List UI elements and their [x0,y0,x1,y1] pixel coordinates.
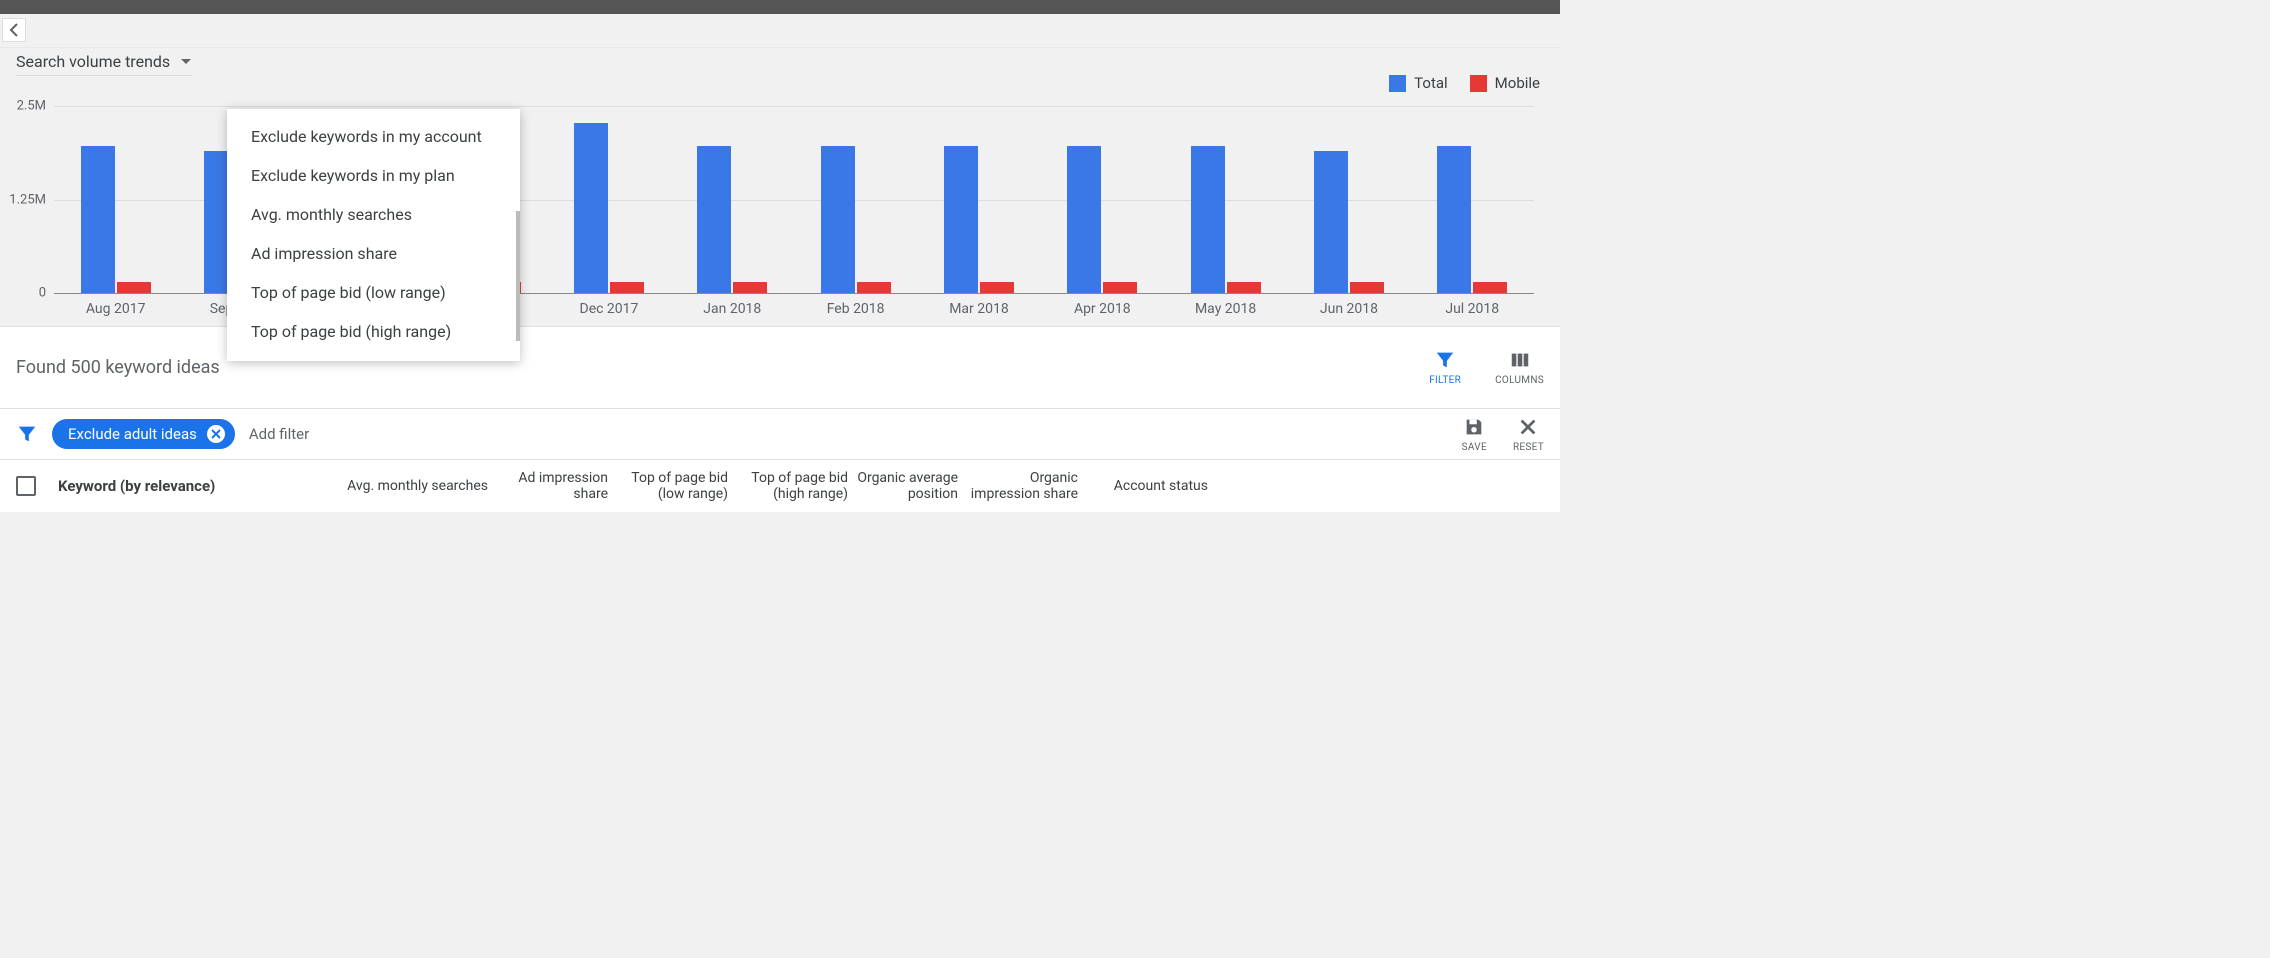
save-icon [1463,416,1485,438]
columns-icon [1509,349,1531,371]
bar-total [944,146,978,293]
bar-total [1314,151,1348,293]
filter-icon [1434,349,1456,371]
chart-xtick-label: Jun 2018 [1320,301,1378,317]
filter-popup-item[interactable]: Exclude keywords in my plan [227,156,520,195]
bar-mobile [857,282,891,293]
legend-mobile-label: Mobile [1495,74,1540,92]
bar-mobile [1350,282,1384,293]
col-organic-impression[interactable]: Organic impression share [958,470,1078,502]
chart-ytick-label: 2.5M [17,99,46,114]
trends-label: Search volume trends [16,52,170,71]
col-avg-searches[interactable]: Avg. monthly searches [298,478,488,494]
chevron-left-icon [9,23,19,37]
bar-group: Jan 2018 [671,106,794,293]
bar-total [1437,146,1471,293]
col-account-status[interactable]: Account status [1078,478,1208,494]
bar-total [81,146,115,293]
bar-group: Aug 2017 [54,106,177,293]
chip-label: Exclude adult ideas [68,425,197,443]
bar-group: Apr 2018 [1041,106,1164,293]
legend-total: Total [1389,74,1448,92]
columns-tool-label: COLUMNS [1495,375,1544,386]
found-text: Found 500 keyword ideas [16,357,220,378]
filter-chip-row: Exclude adult ideas Add filter SAVE RESE… [0,409,1560,460]
table-header-row: Keyword (by relevance) Avg. monthly sear… [0,460,1560,512]
select-all-checkbox[interactable] [16,476,36,496]
col-keyword[interactable]: Keyword (by relevance) [58,477,298,495]
col-bid-high[interactable]: Top of page bid (high range) [728,470,848,502]
add-filter-link[interactable]: Add filter [249,425,309,443]
back-row [0,14,1560,48]
found-tools: FILTER COLUMNS [1429,349,1544,386]
chart-xtick-label: Aug 2017 [86,301,146,317]
bar-mobile [117,282,151,293]
filter-tool-label: FILTER [1429,375,1461,386]
close-icon [211,429,221,439]
legend-mobile: Mobile [1470,74,1540,92]
chart-xtick-label: Dec 2017 [580,301,639,317]
legend-total-label: Total [1414,74,1448,92]
filter-popup-item[interactable]: Ad impression share [227,234,520,273]
filter-tool-button[interactable]: FILTER [1429,349,1461,386]
bar-mobile [980,282,1014,293]
legend-mobile-swatch [1470,75,1487,92]
trends-dropdown[interactable]: Search volume trends [16,48,192,76]
chart-ytick-label: 1.25M [9,192,46,207]
chevron-down-icon [180,58,192,66]
close-icon [1517,416,1539,438]
bar-total [1191,146,1225,293]
bar-mobile [1103,282,1137,293]
bar-group: May 2018 [1164,106,1287,293]
bar-group: Jun 2018 [1287,106,1410,293]
col-ad-impression[interactable]: Ad impression share [488,470,608,502]
bar-group: Feb 2018 [794,106,917,293]
window-topstrip [0,0,1560,14]
chart-xtick-label: Jan 2018 [703,301,761,317]
columns-tool-button[interactable]: COLUMNS [1495,349,1544,386]
chart-xtick-label: Mar 2018 [949,301,1009,317]
bar-total [1067,146,1101,293]
bar-group: Mar 2018 [917,106,1040,293]
filter-chip-exclude-adult[interactable]: Exclude adult ideas [52,419,235,449]
col-organic-position[interactable]: Organic average position [848,470,958,502]
chart-legend: Total Mobile [1389,74,1540,92]
filter-popup-item[interactable]: Exclude keywords in my account [227,117,520,156]
filter-popup-item[interactable]: Avg. monthly searches [227,195,520,234]
chip-remove-button[interactable] [207,425,225,443]
back-button[interactable] [2,18,26,42]
chart-xtick-label: Jul 2018 [1445,301,1499,317]
bar-total [574,123,608,293]
chart-xtick-label: Feb 2018 [827,301,885,317]
filter-outline-icon [16,423,38,445]
chip-row-right: SAVE RESET [1462,416,1544,453]
bar-total [821,146,855,293]
reset-button[interactable]: RESET [1513,416,1544,453]
bar-mobile [610,282,644,293]
add-filter-popup: Exclude keywords in my accountExclude ke… [227,109,520,361]
bar-group: Jul 2018 [1411,106,1534,293]
chart-xtick-label: May 2018 [1195,301,1256,317]
filter-popup-item[interactable]: Organic average position [227,351,520,361]
filter-popup-item[interactable]: Top of page bid (low range) [227,273,520,312]
bar-mobile [1473,282,1507,293]
bar-total [697,146,731,293]
chart-ytick-label: 0 [39,286,46,301]
col-bid-low[interactable]: Top of page bid (low range) [608,470,728,502]
reset-label: RESET [1513,442,1544,453]
bar-group: Dec 2017 [547,106,670,293]
chart-xtick-label: Apr 2018 [1074,301,1131,317]
filter-popup-item[interactable]: Top of page bid (high range) [227,312,520,351]
bar-mobile [733,282,767,293]
save-label: SAVE [1462,442,1487,453]
save-button[interactable]: SAVE [1462,416,1487,453]
chart-section: Search volume trends Total Mobile 0 1.25M… [0,48,1560,326]
legend-total-swatch [1389,75,1406,92]
bar-mobile [1227,282,1261,293]
